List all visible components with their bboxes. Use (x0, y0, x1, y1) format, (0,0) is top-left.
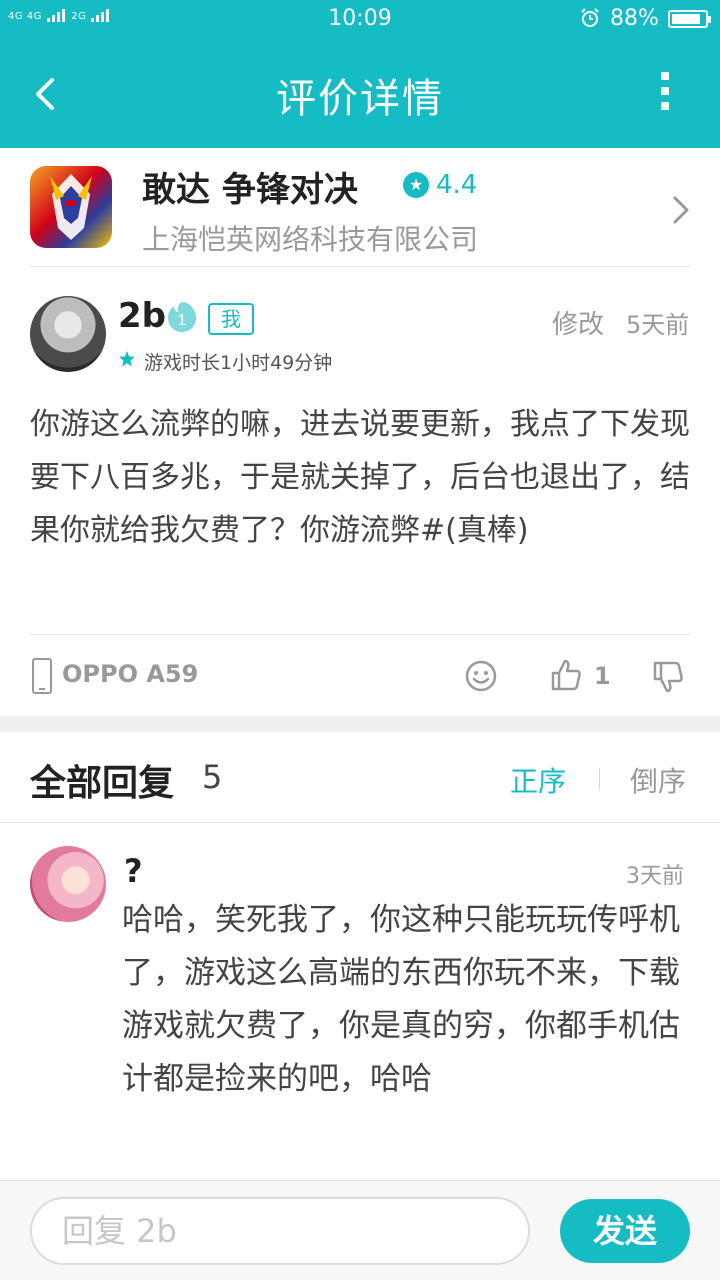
thumbs-down-icon[interactable] (652, 660, 684, 694)
divider (0, 822, 720, 823)
playtime: 游戏时长1小时49分钟 (144, 352, 333, 374)
device-name: OPPO A59 (62, 660, 199, 688)
reply-body: 哈哈，笑死我了，你这种只能玩玩传呼机了，游戏这么高端的东西你玩不来，下载游戏就欠… (122, 902, 680, 1097)
star-icon (119, 351, 135, 367)
edit-link[interactable]: 修改 (552, 304, 604, 341)
reply-username[interactable]: ? (124, 852, 143, 890)
sort-ascending-tab[interactable]: 正序 (510, 760, 566, 800)
battery-percent: 88% (610, 6, 659, 31)
phone-icon (32, 658, 52, 694)
sort-descending-tab[interactable]: 倒序 (630, 760, 686, 800)
reply-input[interactable] (30, 1197, 530, 1265)
divider (30, 634, 690, 635)
smiley-icon[interactable] (465, 660, 497, 692)
level-number: 1 (178, 312, 187, 329)
app-developer: 上海恺英网络科技有限公司 (142, 223, 479, 256)
app-icon (30, 166, 112, 248)
reply-avatar[interactable] (30, 846, 106, 922)
thumbs-up-icon[interactable] (550, 658, 582, 692)
level-badge: 1 (168, 302, 196, 332)
rating-star-icon: ★ (403, 172, 429, 198)
send-button[interactable]: 发送 (560, 1199, 690, 1263)
reply-bar: 发送 (0, 1180, 720, 1280)
replies-title: 全部回复 (30, 763, 175, 804)
me-tag: 我 (208, 303, 254, 335)
app-header: 评价详情 (0, 38, 720, 148)
section-separator (0, 716, 720, 732)
app-info-row[interactable]: 敢达 争锋对决 ★ 4.4 上海恺英网络科技有限公司 (0, 148, 720, 268)
chevron-right-icon (673, 196, 689, 224)
review-body: 你游这么流弊的嘛，进去说要更新，我点了下发现要下八百多兆，于是就关掉了，后台也退… (30, 407, 690, 548)
more-vertical-icon[interactable] (650, 72, 680, 114)
battery-fill (672, 14, 701, 24)
robot-icon (50, 174, 92, 240)
reviewer-name[interactable]: 2b (118, 296, 166, 336)
sort-divider (599, 768, 600, 790)
replies-count: 5 (202, 758, 223, 796)
battery-icon (668, 10, 711, 28)
alarm-icon (581, 8, 599, 27)
divider (30, 266, 690, 267)
like-count: 1 (594, 662, 611, 690)
reply-time: 3天前 (626, 864, 684, 889)
review-time: 5天前 (626, 311, 690, 339)
status-bar: 4G 4G 2G 10:09 88% (0, 0, 720, 38)
reviewer-avatar[interactable] (30, 296, 106, 372)
app-name: 敢达 争锋对决 (142, 170, 358, 210)
page-title: 评价详情 (276, 76, 444, 122)
app-rating: 4.4 (436, 170, 478, 200)
